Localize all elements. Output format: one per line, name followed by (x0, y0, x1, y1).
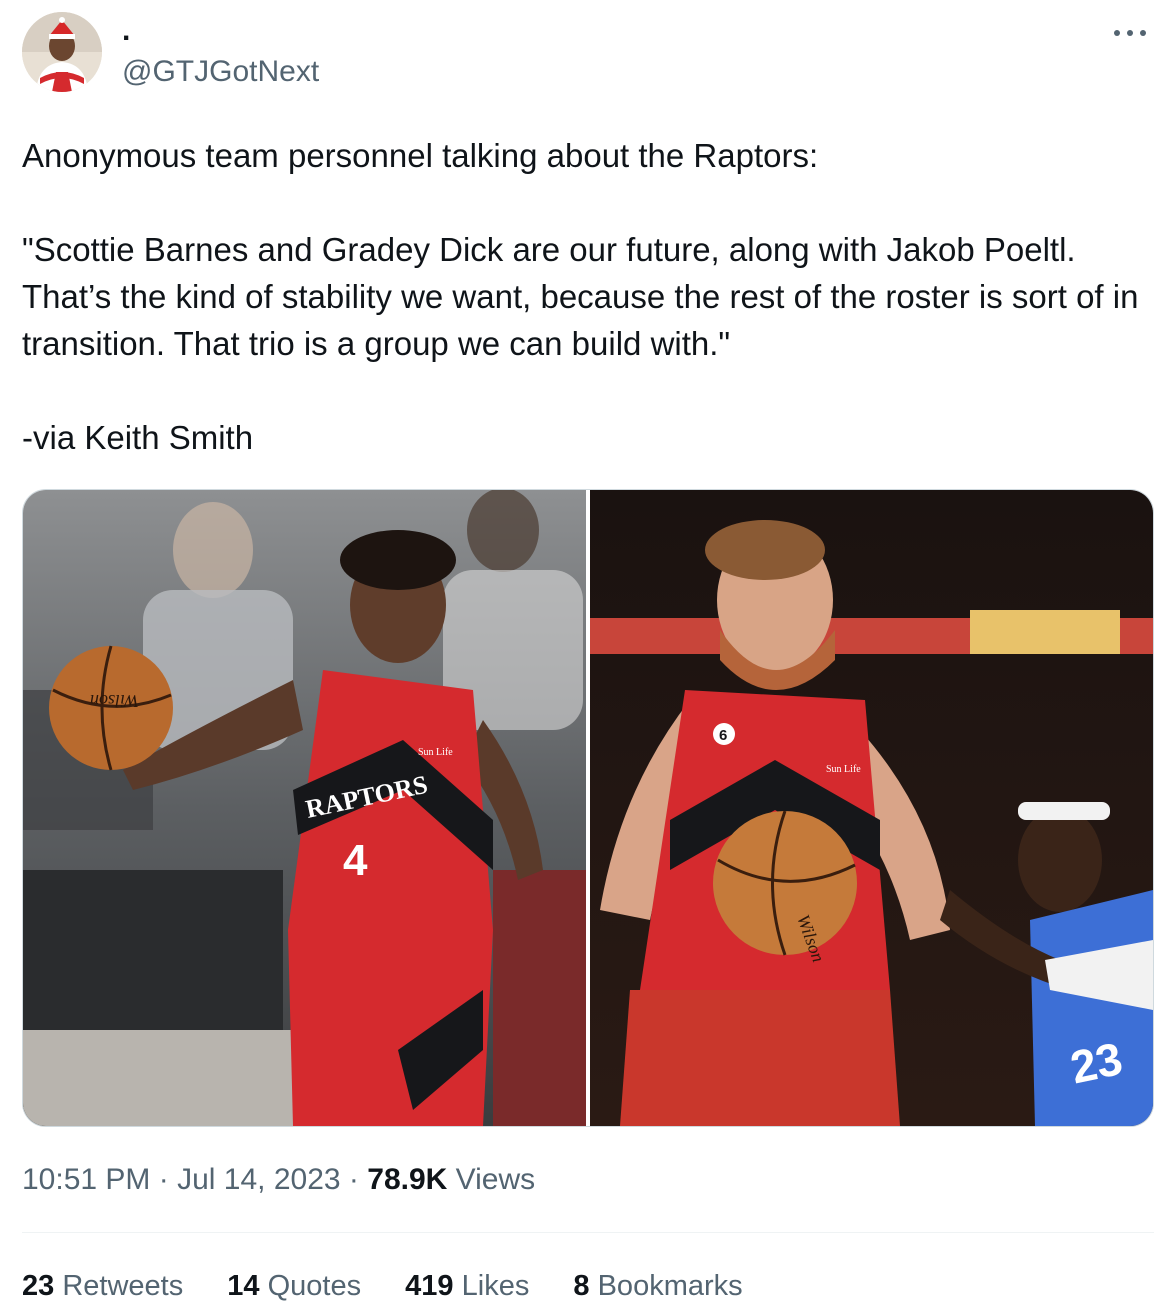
quotes-count: 14 (227, 1270, 260, 1302)
quotes-label: Quotes (267, 1270, 362, 1302)
likes-stat[interactable]: 419 Likes (405, 1266, 529, 1306)
meta-separator: · (348, 1163, 359, 1196)
author-display-name[interactable]: . (122, 16, 130, 46)
tweet-date[interactable]: Jul 14, 2023 (177, 1163, 340, 1196)
tweet-time[interactable]: 10:51 PM (22, 1163, 150, 1196)
bookmarks-label: Bookmarks (597, 1270, 743, 1302)
author-handle[interactable]: @GTJGotNext (122, 55, 319, 89)
left-jersey-number: 4 (343, 836, 368, 885)
right-jersey-sponsor: Sun Life (826, 764, 861, 775)
avatar[interactable] (22, 12, 102, 92)
retweets-stat[interactable]: 23 Retweets (22, 1266, 183, 1306)
quotes-stat[interactable]: 14 Quotes (227, 1266, 361, 1306)
opponent-jersey-number: 23 (1066, 1032, 1127, 1094)
media-grid: RAPTORS 4 Sun Life Wilson 6 Sun Life Wil… (22, 489, 1154, 1127)
photo-jakob-poeltl[interactable]: 6 Sun Life Wilson 23 (590, 490, 1153, 1126)
tweet-meta: 10:51 PM · Jul 14, 2023 · 78.9K Views (22, 1160, 535, 1200)
divider (22, 1232, 1154, 1233)
more-horizontal-icon[interactable] (1110, 18, 1150, 48)
bookmarks-stat[interactable]: 8 Bookmarks (573, 1266, 742, 1306)
tweet-text: Anonymous team personnel talking about t… (22, 132, 1157, 461)
views-count: 78.9K (367, 1163, 448, 1196)
tweet-quote: "Scottie Barnes and Gradey Dick are our … (22, 231, 1148, 362)
right-jersey-badge: 6 (719, 727, 727, 744)
meta-separator: · (158, 1163, 169, 1196)
engagement-stats: 23 Retweets 14 Quotes 419 Likes 8 Bookma… (22, 1266, 779, 1306)
tweet-attribution: -via Keith Smith (22, 419, 254, 456)
left-ball-brand: Wilson (90, 691, 139, 711)
left-jersey-sponsor: Sun Life (418, 747, 453, 758)
player-photo-left: RAPTORS 4 Sun Life Wilson (23, 490, 586, 1126)
player-photo-right: 6 Sun Life Wilson 23 (590, 490, 1153, 1126)
retweets-label: Retweets (62, 1270, 184, 1302)
bookmarks-count: 8 (573, 1270, 590, 1302)
tweet-line: Anonymous team personnel talking about t… (22, 137, 819, 174)
retweets-count: 23 (22, 1270, 55, 1302)
likes-label: Likes (461, 1270, 530, 1302)
views-label: Views (455, 1163, 536, 1196)
photo-scottie-barnes[interactable]: RAPTORS 4 Sun Life Wilson (23, 490, 586, 1126)
likes-count: 419 (405, 1270, 454, 1302)
avatar-photo-icon (22, 12, 102, 92)
